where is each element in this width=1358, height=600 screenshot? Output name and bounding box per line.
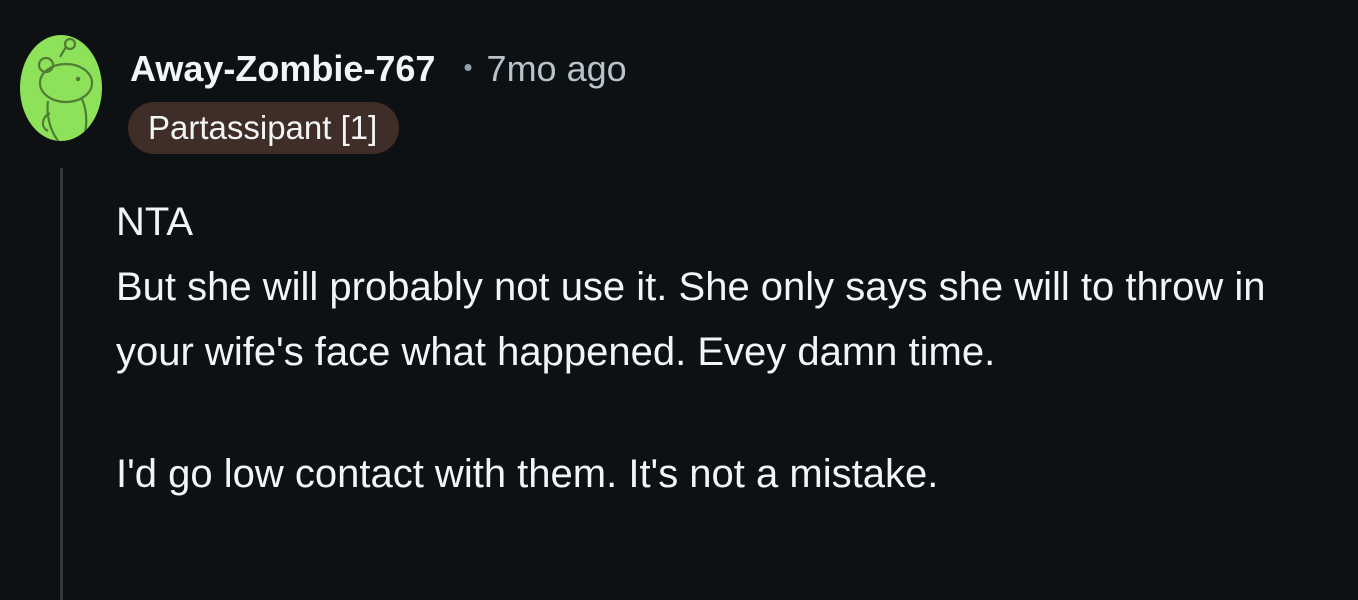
author-username[interactable]: Away-Zombie-767 bbox=[130, 48, 435, 90]
thread-line[interactable] bbox=[60, 168, 63, 600]
comment-paragraph: I'd go low contact with them. It's not a… bbox=[116, 452, 939, 496]
snoo-avatar-icon bbox=[20, 35, 102, 141]
comment-paragraph: NTA bbox=[116, 200, 194, 244]
avatar[interactable] bbox=[20, 35, 102, 141]
meta-separator: • bbox=[463, 51, 473, 82]
comment-body: NTA But she will probably not use it. Sh… bbox=[116, 190, 1336, 507]
comment-header: Away-Zombie-767 • 7mo ago bbox=[130, 44, 627, 94]
comment-paragraph: But she will probably not use it. She on… bbox=[116, 265, 1266, 374]
user-flair: Partassipant [1] bbox=[128, 102, 400, 154]
comment-timestamp[interactable]: 7mo ago bbox=[487, 48, 627, 90]
comment: Away-Zombie-767 • 7mo ago Partassipant [… bbox=[0, 0, 1358, 600]
